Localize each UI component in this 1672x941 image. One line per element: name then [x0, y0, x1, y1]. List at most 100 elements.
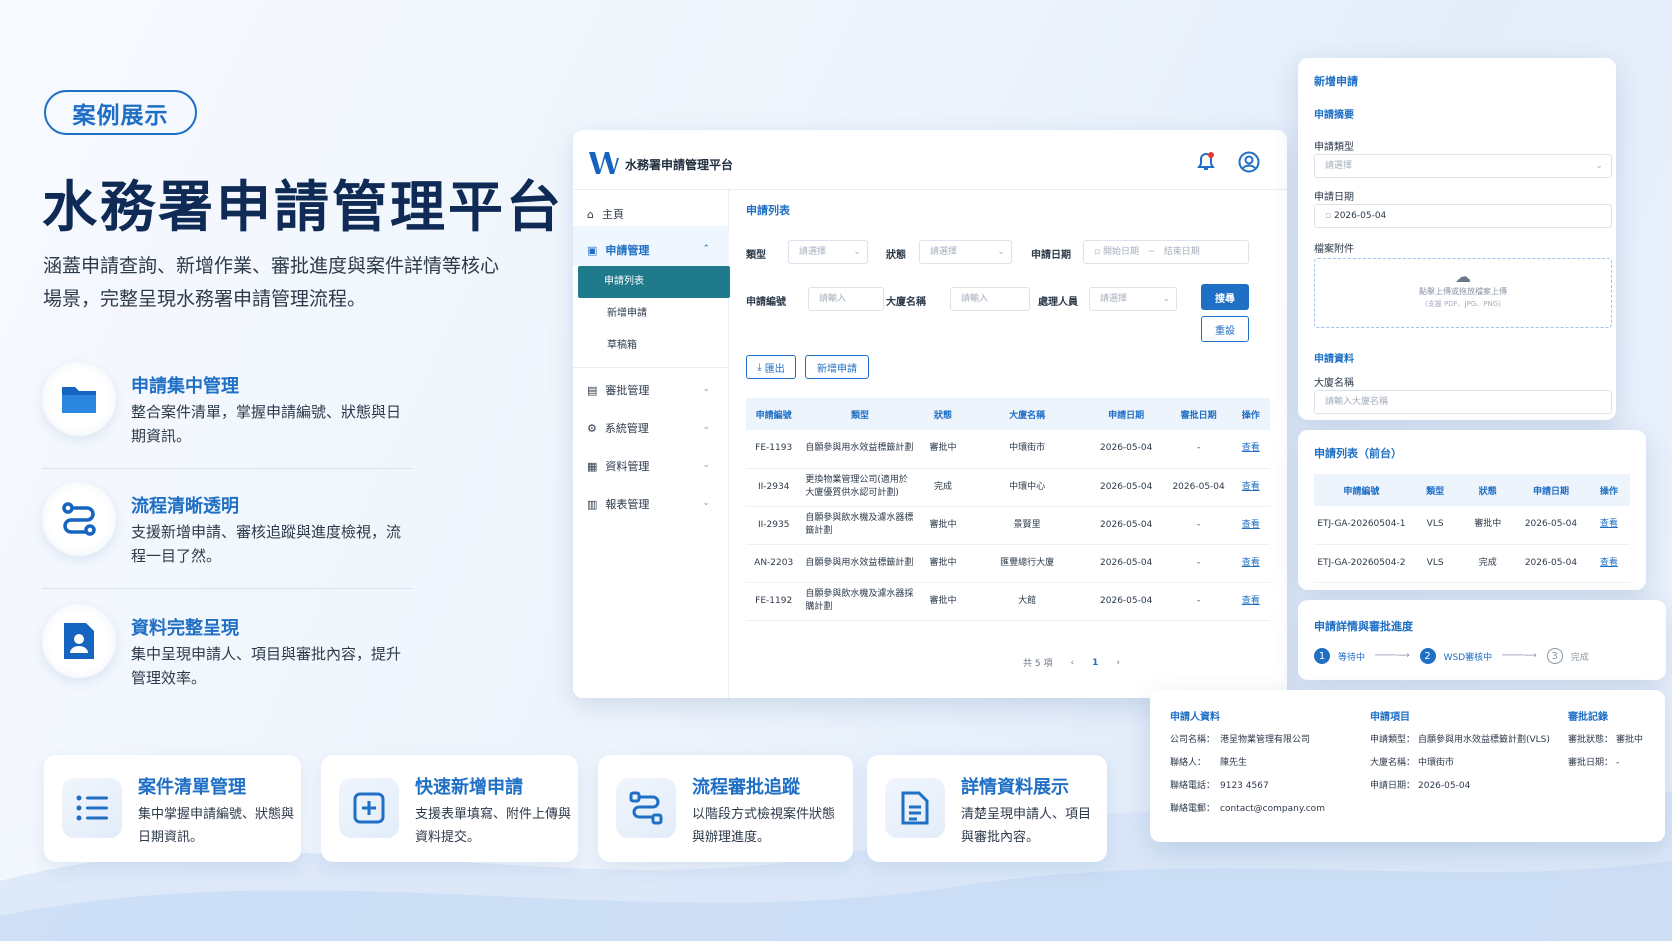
- new-application-button[interactable]: 新增申請: [805, 355, 869, 379]
- table-cell: 查看: [1231, 506, 1270, 545]
- card-title: 流程審批追蹤: [692, 777, 800, 798]
- filter-date-label: 申請日期: [1031, 250, 1071, 261]
- detail-key: 審批日期：: [1568, 758, 1614, 768]
- chevron-down-icon: ⌄: [702, 384, 710, 394]
- table-cell: 2026-05-04: [1086, 506, 1166, 545]
- table-cell: II-2934: [746, 468, 802, 507]
- view-link[interactable]: 查看: [1242, 520, 1260, 530]
- filter-no-input[interactable]: 請輸入: [808, 287, 884, 311]
- filter-type-label: 類型: [746, 250, 766, 261]
- front-list-table: 申請編號 類型 狀態 申請日期 操作 ETJ-GA-20260504-1 VLS 審批中 20…: [1314, 474, 1630, 583]
- table-header-cell: 大廈名稱: [967, 398, 1087, 430]
- view-link[interactable]: 查看: [1242, 443, 1260, 453]
- table-row: AN-2203 自願參與用水效益標籤計劃 審批中 匯豐總行大廈 2026-05-04- 查…: [746, 544, 1270, 583]
- sidebar-item-report[interactable]: ▥ 報表管理: [587, 496, 649, 512]
- chevron-up-icon: ⌃: [702, 244, 710, 254]
- table-cell: FE-1193: [746, 430, 802, 469]
- view-link[interactable]: 查看: [1242, 558, 1260, 568]
- front-list-panel: 申請列表（前台） 申請編號 類型 狀態 申請日期 操作 ETJ-GA-20260504-…: [1298, 430, 1646, 590]
- table-row: ETJ-GA-20260504-1 VLS 審批中 2026-05-04 查看: [1314, 506, 1630, 545]
- sidebar-sub-draft[interactable]: 草稿箱: [581, 330, 733, 362]
- table-cell: 自願參與飲水機及濾水器採購計劃: [801, 582, 919, 621]
- sidebar-item-home[interactable]: ⌂ 主頁: [587, 206, 624, 222]
- new-application-panel: 新增申請 申請摘要 申請類型 請選擇 ⌄ 申請日期 ▫ 2026-05-04 檔案…: [1298, 58, 1616, 420]
- table-cell: 中環街市: [967, 430, 1087, 469]
- detail-value: contact@company.com: [1220, 804, 1325, 814]
- upload-hint: (支援 PDF、JPG、PNG): [1425, 300, 1501, 308]
- table-cell: ETJ-GA-20260504-1: [1314, 506, 1409, 545]
- table-cell: 查看: [1231, 544, 1270, 583]
- gear-icon: ⚙: [587, 421, 597, 435]
- filter-status-select[interactable]: 請選擇 ⌄: [919, 240, 1012, 264]
- table-cell: 2026-05-04: [1086, 544, 1166, 583]
- reset-button[interactable]: 重設: [1201, 316, 1249, 342]
- upload-dropzone[interactable]: ☁ 點擊上傳或拖放檔案上傳 (支援 PDF、JPG、PNG): [1314, 258, 1612, 328]
- view-link[interactable]: 查看: [1242, 482, 1260, 492]
- arrow-right-icon: ────⟶: [1502, 651, 1537, 661]
- view-link[interactable]: 查看: [1242, 596, 1260, 606]
- table-header-cell: 狀態: [1461, 474, 1515, 506]
- building-input[interactable]: 請輸入大廈名稱: [1314, 390, 1612, 414]
- detail-key: 聯絡電話：: [1170, 781, 1216, 791]
- sidebar-item-data[interactable]: ▦ 資料管理: [587, 458, 649, 474]
- sidebar-sub-new[interactable]: 新增申請: [581, 298, 733, 330]
- detail-row: 公司名稱： 港呈物業管理有限公司: [1170, 732, 1325, 755]
- table-cell: 2026-05-04: [1514, 544, 1588, 583]
- apply-icon: ▣: [587, 243, 598, 257]
- table-cell: 2026-05-04: [1086, 430, 1166, 469]
- card-desc: 清楚呈現申請人、項目與審批內容。: [961, 807, 1092, 845]
- table-cell: -: [1165, 544, 1232, 583]
- step-number: 3: [1546, 648, 1563, 664]
- user-avatar-icon[interactable]: [1238, 151, 1260, 173]
- chevron-down-icon: ⌄: [702, 422, 710, 432]
- filter-type-select[interactable]: 請選擇 ⌄: [788, 240, 868, 264]
- card-desc: 集中掌握申請編號、狀態與日期資訊。: [138, 807, 295, 845]
- table-cell: 完成: [918, 468, 968, 507]
- search-button[interactable]: 搜尋: [1201, 284, 1249, 310]
- detail-key: 大廈名稱：: [1370, 758, 1416, 768]
- detail-row: 聯絡電郵： contact@company.com: [1170, 801, 1325, 824]
- filter-no-label: 申請編號: [746, 297, 786, 308]
- upload-text: 點擊上傳或拖放檔案上傳: [1419, 287, 1507, 296]
- detail-value: 自願參與用水效益標籤計劃(VLS): [1418, 735, 1550, 745]
- table-cell: -: [1165, 506, 1232, 545]
- sidebar-label: 資料管理: [605, 460, 650, 473]
- filter-handler-select[interactable]: 請選擇 ⌄: [1089, 287, 1177, 311]
- filter-date-range[interactable]: ▫ 開始日期 ~ 結束日期: [1083, 240, 1249, 264]
- sidebar: ⌂ 主頁 ▣ 申請管理 ⌃ 申請列表 新增申請 草稿箱 ▤ 審批管理 ⌄ ⚙ 系統管理 …: [573, 190, 730, 698]
- divider: [42, 588, 412, 589]
- arrow-right-icon: ────⟶: [1375, 651, 1410, 661]
- table-cell: 2026-05-04: [1086, 582, 1166, 621]
- feature-desc: 集中呈現申請人、項目與審批內容，提升管理效率。: [131, 645, 402, 687]
- sidebar-item-apply[interactable]: ▣ 申請管理: [587, 242, 649, 258]
- detail-row: 大廈名稱： 中環街市: [1370, 755, 1550, 778]
- data-icon: ▦: [587, 459, 598, 473]
- details-panel: 申請人資料 公司名稱： 港呈物業管理有限公司 聯絡人： 陳先生 聯絡電話： 9123 45…: [1150, 690, 1665, 842]
- approve-icon: ▤: [587, 383, 598, 397]
- bell-icon[interactable]: [1197, 152, 1215, 172]
- detail-row: 申請類型： 自願參與用水效益標籤計劃(VLS): [1370, 732, 1550, 755]
- calendar-icon: ▫: [1325, 211, 1334, 221]
- view-link[interactable]: 查看: [1600, 558, 1618, 568]
- detail-value: 2026-05-04: [1418, 781, 1471, 791]
- table-header-cell: 申請編號: [1314, 474, 1409, 506]
- table-row: ETJ-GA-20260504-2 VLS 完成 2026-05-04 查看: [1314, 544, 1630, 583]
- pagination-prev[interactable]: ‹: [1070, 658, 1074, 668]
- filter-building-input[interactable]: 請輸入: [950, 287, 1030, 311]
- table-cell: 景賢里: [967, 506, 1087, 545]
- pagination-page[interactable]: 1: [1092, 658, 1098, 668]
- table-cell: 審批中: [1461, 506, 1515, 545]
- sidebar-sub-list[interactable]: 申請列表: [578, 266, 730, 298]
- export-button[interactable]: ⤓ 匯出: [746, 355, 796, 379]
- table-cell: II-2935: [746, 506, 802, 545]
- pagination-next[interactable]: ›: [1116, 658, 1120, 668]
- feature-transparent: 流程清晰透明 支援新增申請、審核追蹤與進度檢視，流程一目了然。: [42, 482, 417, 582]
- cloud-upload-icon: ☁: [1455, 267, 1471, 286]
- sidebar-item-approve[interactable]: ▤ 審批管理: [587, 382, 649, 398]
- sidebar-item-system[interactable]: ⚙ 系統管理: [587, 420, 649, 436]
- view-link[interactable]: 查看: [1600, 519, 1618, 529]
- date-input[interactable]: ▫ 2026-05-04: [1314, 204, 1612, 228]
- table-cell: 審批中: [918, 430, 968, 469]
- type-select[interactable]: 請選擇 ⌄: [1314, 154, 1612, 178]
- table-cell: 審批中: [918, 544, 968, 583]
